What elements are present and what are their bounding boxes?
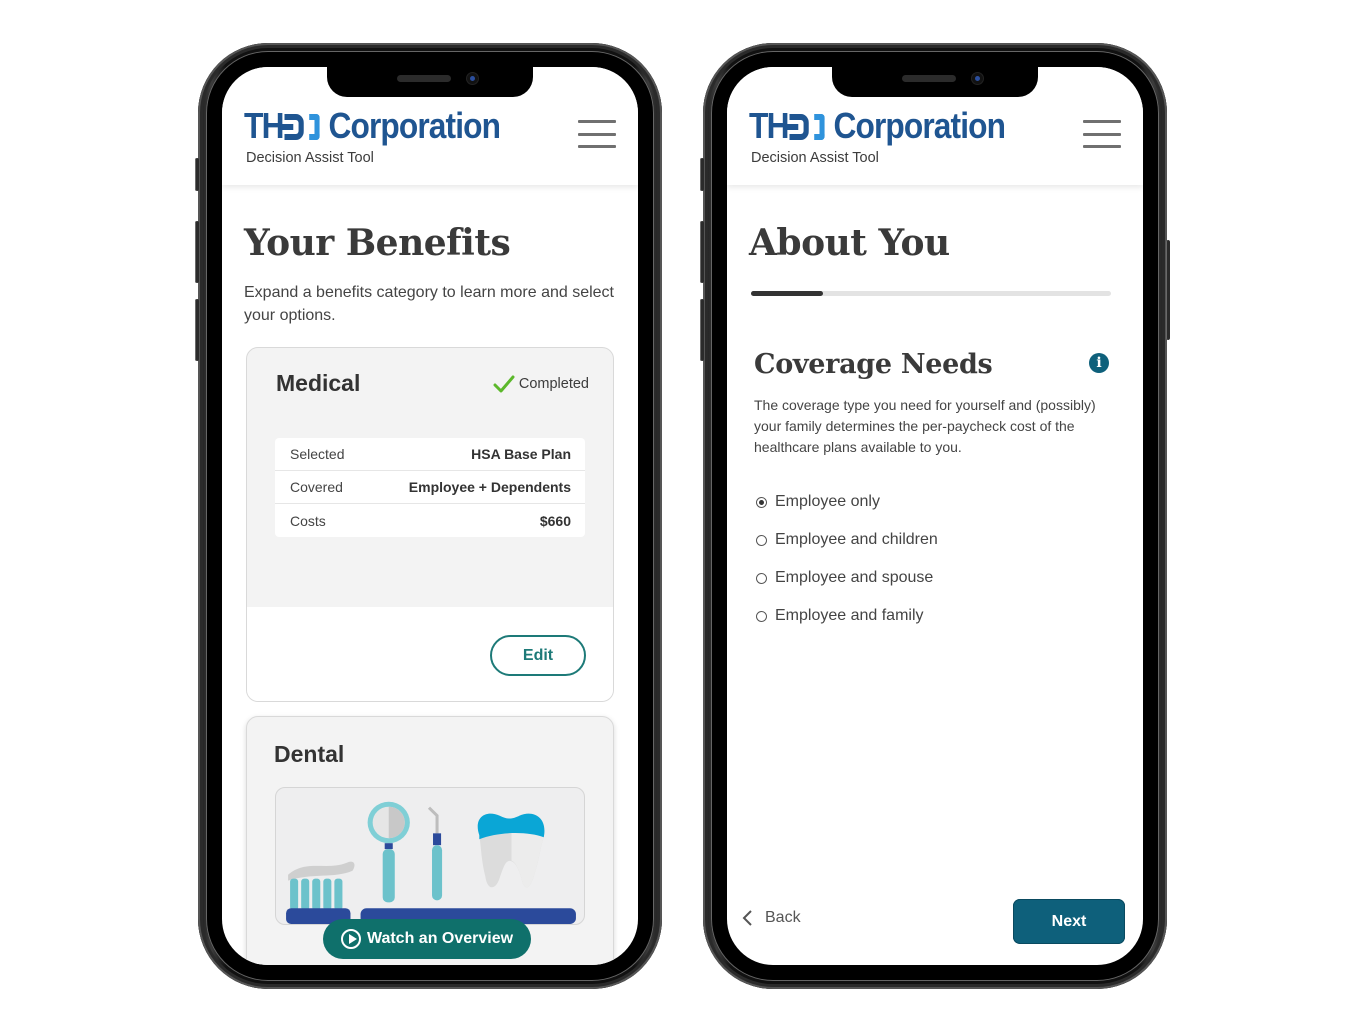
logo-name: Corporation — [833, 105, 1006, 146]
card-title: Medical — [276, 370, 361, 396]
row-value: $660 — [539, 512, 571, 529]
volume-up-button — [195, 221, 199, 283]
logo-prefix: TH — [244, 105, 284, 146]
radio-button[interactable] — [756, 572, 767, 584]
coverage-option-employee-family[interactable]: Employee and family — [756, 597, 938, 635]
phone-notch — [327, 67, 533, 97]
watch-overview-label: Watch an Overview — [366, 930, 514, 947]
status-badge: Completed — [493, 374, 589, 394]
hamburger-menu-icon[interactable] — [578, 120, 616, 148]
option-label: Employee and family — [775, 607, 924, 624]
power-button — [1166, 240, 1170, 340]
logo-prefix: TH — [749, 105, 789, 146]
volume-up-button — [700, 221, 704, 283]
radio-button[interactable] — [756, 534, 767, 546]
status-label: Completed — [518, 376, 589, 392]
mute-switch — [700, 158, 704, 191]
row-value: Employee + Dependents — [408, 479, 571, 495]
medical-card[interactable]: Medical Completed Selected HSA Base Plan… — [246, 347, 614, 702]
speaker-grille — [902, 75, 956, 82]
checkmark-icon — [493, 375, 515, 393]
front-camera — [467, 73, 478, 84]
about-you-screen: TH Corporation Decision Assist Tool Abou… — [727, 67, 1143, 965]
hamburger-menu-icon[interactable] — [1083, 120, 1121, 148]
chevron-left-icon — [742, 910, 752, 926]
row-value: HSA Base Plan — [471, 446, 571, 462]
edit-button[interactable]: Edit — [490, 635, 586, 676]
watch-overview-button[interactable]: Watch an Overview — [323, 919, 531, 959]
coverage-option-employee-only[interactable]: Employee only — [756, 483, 938, 521]
logo-mark-icon — [785, 111, 828, 141]
back-button[interactable]: Back — [741, 909, 801, 927]
option-label: Employee and spouse — [775, 569, 934, 586]
table-row: Costs $660 — [275, 504, 585, 537]
volume-down-button — [195, 299, 199, 361]
section-title: Coverage Needs — [754, 349, 993, 380]
progress-fill — [751, 291, 823, 296]
option-label: Employee and children — [775, 531, 938, 548]
coverage-option-employee-children[interactable]: Employee and children — [756, 521, 938, 559]
card-title: Dental — [274, 741, 345, 767]
page-title: About You — [749, 222, 950, 264]
info-icon[interactable]: i — [1089, 353, 1109, 373]
row-key: Selected — [290, 446, 345, 462]
option-label: Employee only — [775, 493, 880, 510]
dental-tools-illustration — [275, 787, 585, 925]
back-label: Back — [765, 909, 801, 926]
volume-down-button — [700, 299, 704, 361]
company-logo[interactable]: TH Corporation — [749, 105, 1006, 147]
company-logo[interactable]: TH Corporation — [244, 105, 501, 147]
coverage-options: Employee only Employee and children Empl… — [756, 483, 938, 635]
phone-frame-left: TH Corporation Decision Assist Tool Your… — [195, 43, 662, 989]
radio-button[interactable] — [756, 496, 767, 508]
coverage-option-employee-spouse[interactable]: Employee and spouse — [756, 559, 938, 597]
row-key: Costs — [290, 512, 326, 529]
mute-switch — [195, 158, 199, 191]
section-description: The coverage type you need for yourself … — [754, 397, 1096, 455]
app-tagline: Decision Assist Tool — [751, 150, 879, 166]
speaker-grille — [397, 75, 451, 82]
next-button[interactable]: Next — [1013, 899, 1125, 944]
logo-mark-icon — [280, 111, 323, 141]
progress-bar — [751, 291, 1111, 296]
page-intro: Expand a benefits category to learn more… — [244, 284, 614, 324]
radio-button[interactable] — [756, 610, 767, 622]
benefits-screen: TH Corporation Decision Assist Tool Your… — [222, 67, 638, 965]
logo-name: Corporation — [328, 105, 501, 146]
front-camera — [972, 73, 983, 84]
table-row: Selected HSA Base Plan — [275, 438, 585, 471]
app-tagline: Decision Assist Tool — [246, 150, 374, 166]
summary-table: Selected HSA Base Plan Covered Employee … — [275, 438, 585, 537]
page-title: Your Benefits — [244, 222, 511, 264]
phone-notch — [832, 67, 1038, 97]
row-key: Covered — [290, 479, 343, 495]
phone-frame-right: TH Corporation Decision Assist Tool Abou… — [700, 43, 1170, 989]
play-circle-icon — [340, 929, 361, 949]
table-row: Covered Employee + Dependents — [275, 471, 585, 504]
